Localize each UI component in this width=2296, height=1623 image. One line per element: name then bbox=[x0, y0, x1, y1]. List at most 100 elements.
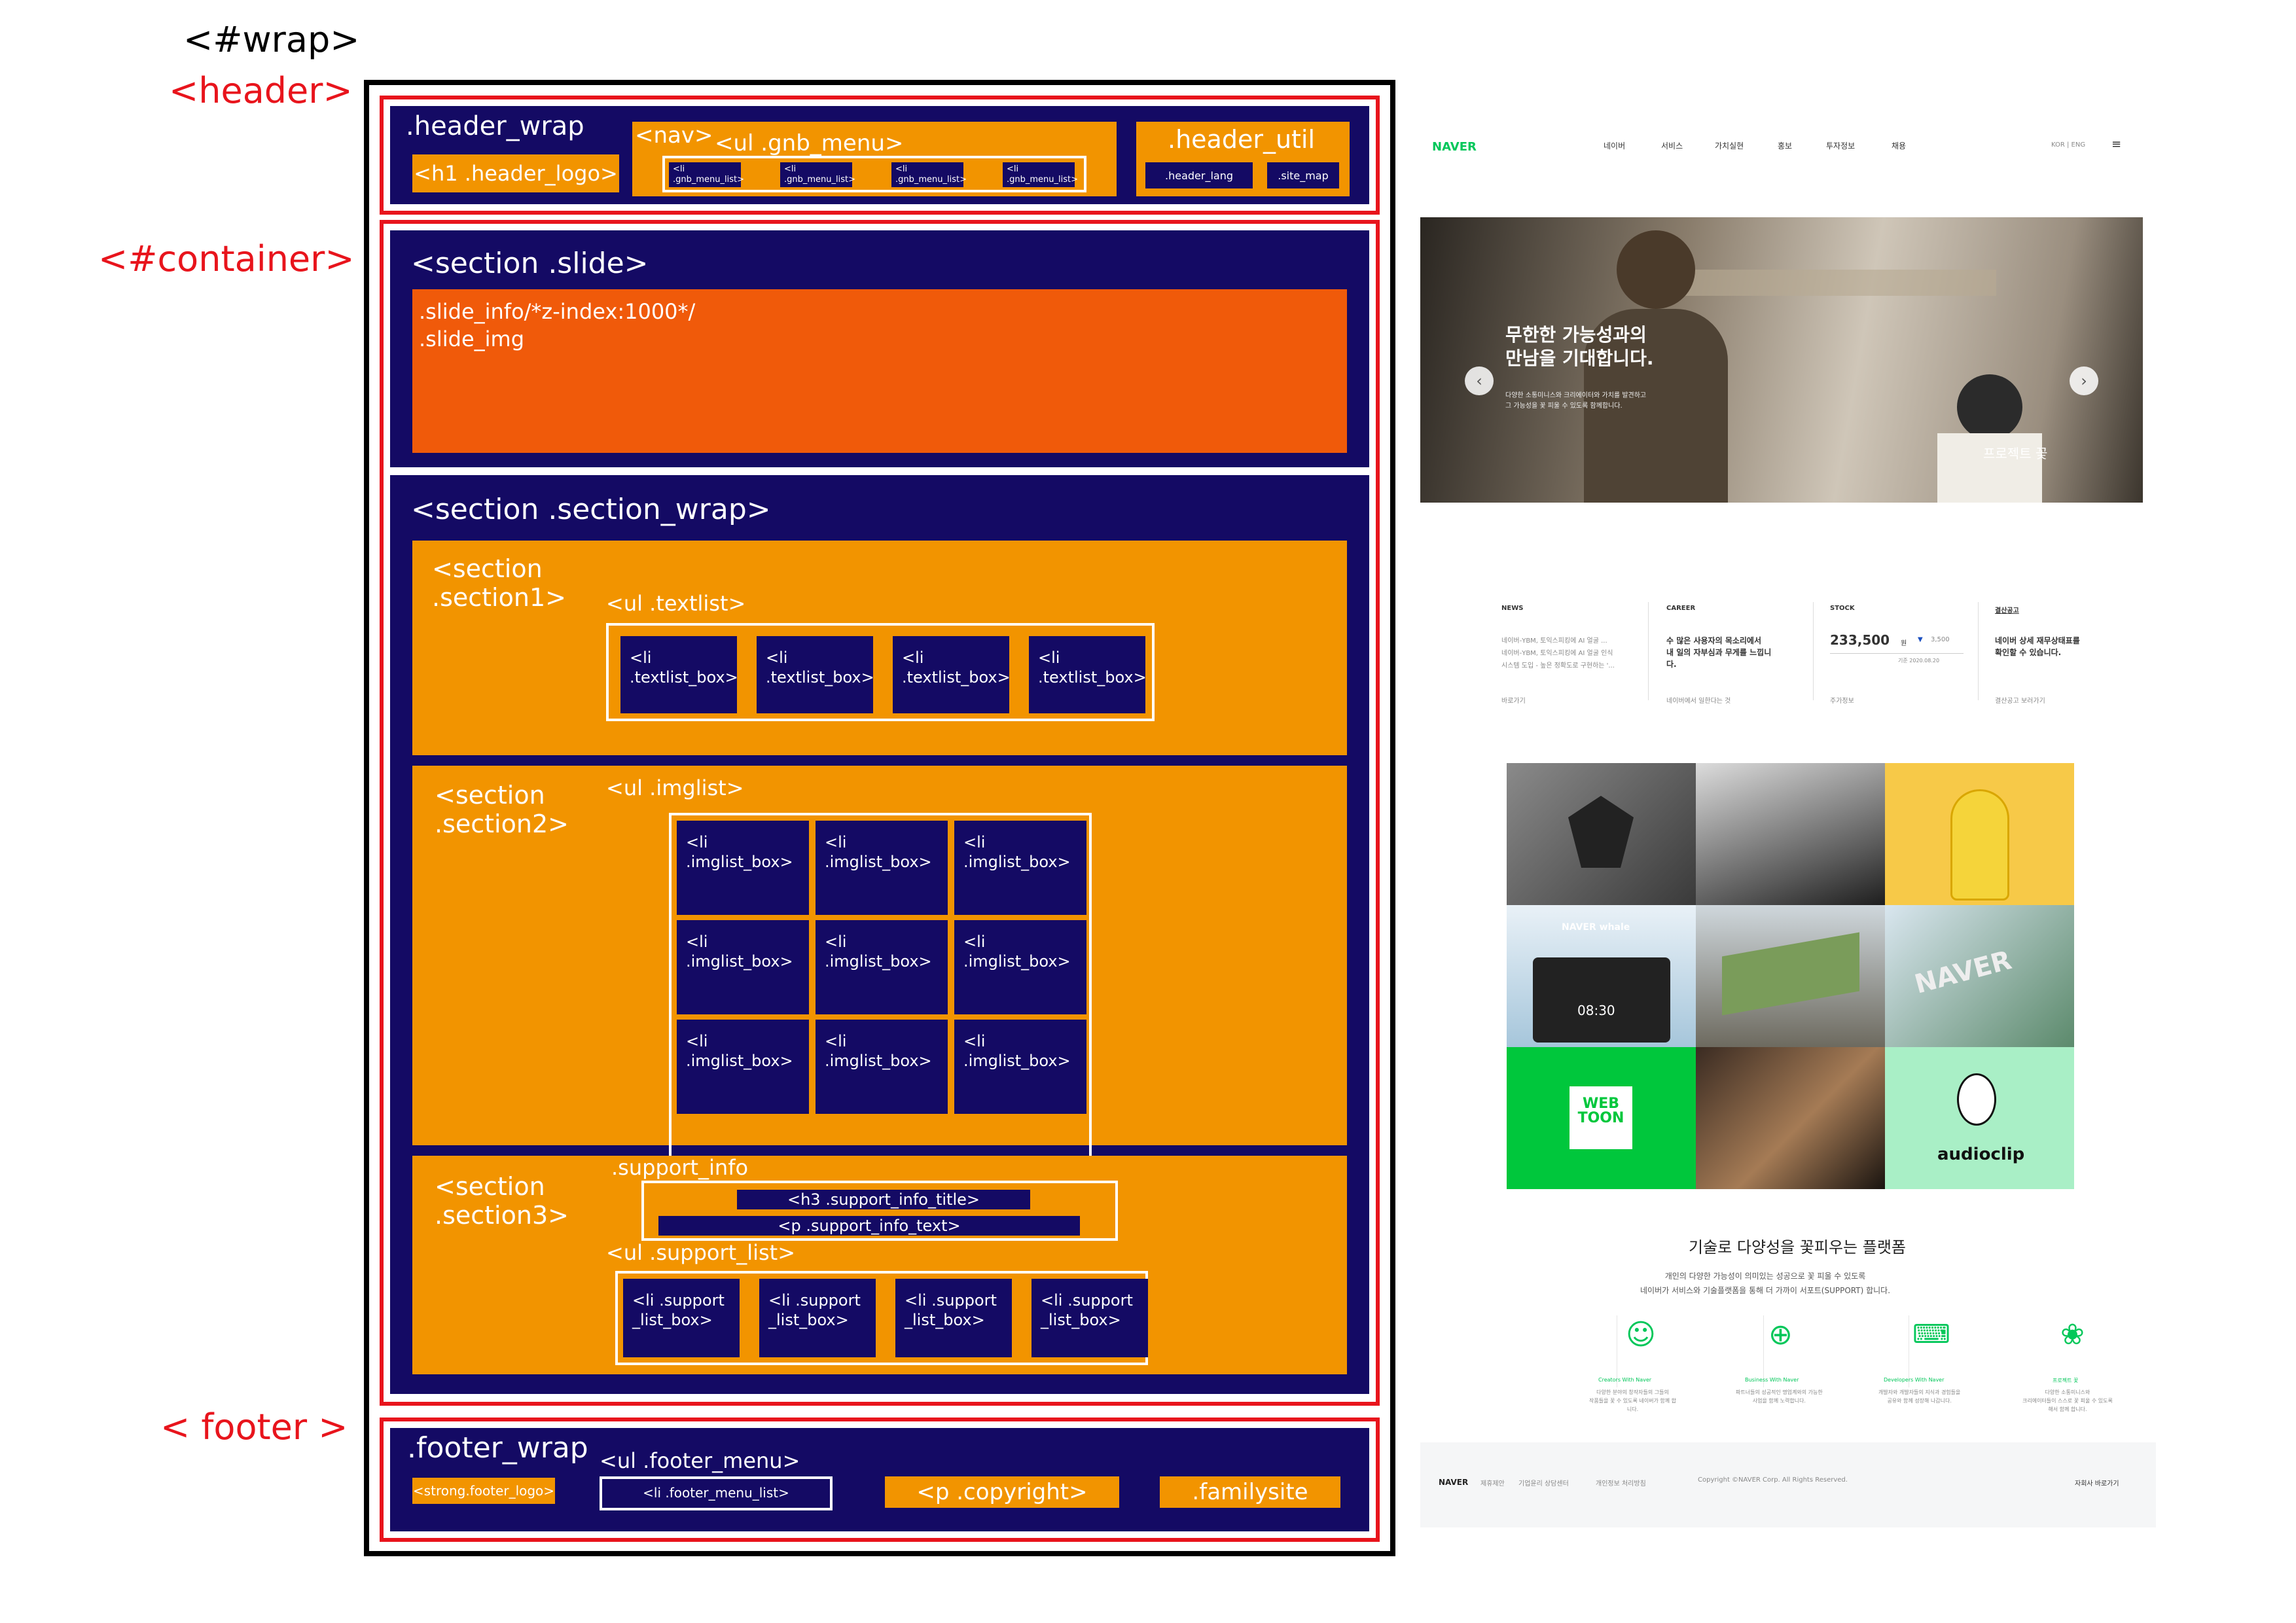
child-body bbox=[1937, 433, 2042, 503]
site-map-box[interactable]: .site_map bbox=[1267, 162, 1339, 188]
section3: <section .section3> .support_info <h3 .s… bbox=[412, 1156, 1347, 1374]
mockup-footer-link[interactable]: 개인정보 처리방침 bbox=[1596, 1478, 1646, 1488]
footer-logo-box: <strong.footer_logo> bbox=[412, 1478, 555, 1504]
next-arrow-icon[interactable]: › bbox=[2070, 366, 2098, 395]
mockup-nav-item[interactable]: 네이버 bbox=[1604, 140, 1625, 151]
minion-tile[interactable] bbox=[1885, 763, 2074, 905]
stock-rule bbox=[1830, 653, 1964, 654]
divider bbox=[1978, 602, 1979, 700]
stock-date: 기준 2020.08.20 bbox=[1898, 658, 1940, 664]
career-label: CAREER bbox=[1666, 605, 1696, 612]
footer-menu-item[interactable]: <li .footer_menu_list> bbox=[607, 1483, 825, 1503]
mockup-nav-item[interactable]: 홍보 bbox=[1778, 140, 1792, 151]
mockup-nav-item[interactable]: 가치실현 bbox=[1715, 140, 1744, 151]
footer-menu-label: <ul .footer_menu> bbox=[600, 1448, 800, 1473]
support-list-box[interactable]: <li .support _list_box> bbox=[1031, 1279, 1148, 1357]
header-lang-box[interactable]: .header_lang bbox=[1145, 162, 1253, 188]
divider bbox=[1813, 602, 1814, 700]
support-title: 기술로 다양성을 꽃피우는 플랫폼 bbox=[1689, 1238, 1907, 1257]
imglist-box[interactable]: <li .imglist_box> bbox=[677, 1020, 809, 1114]
imglist-box[interactable]: <li .imglist_box> bbox=[677, 920, 809, 1014]
stock-delta: 3,500 bbox=[1931, 636, 1950, 643]
familysite-box[interactable]: .familysite bbox=[1160, 1476, 1340, 1508]
career-link[interactable]: 네이버에서 일한다는 것 bbox=[1666, 695, 1731, 705]
textlist-box[interactable]: <li .textlist_box> bbox=[757, 636, 874, 713]
mockup-logo[interactable]: NAVER bbox=[1432, 140, 1477, 154]
section2-label: <section .section2> bbox=[435, 781, 569, 838]
header-logo-box: <h1 .header_logo> bbox=[412, 154, 619, 192]
gnb-menu-item[interactable]: <li .gnb_menu_list> bbox=[669, 162, 744, 187]
footer-wrap: .footer_wrap <strong.footer_logo> <ul .f… bbox=[390, 1428, 1369, 1531]
prev-arrow-icon[interactable]: ‹ bbox=[1465, 366, 1494, 395]
header-label: <header> bbox=[169, 70, 353, 111]
support-info-title: <h3 .support_info_title> bbox=[737, 1190, 1030, 1209]
news-text[interactable]: 네이버-YBM, 토익스피킹에 AI 얼굴 ... 네이버-YBM, 토익스피킹… bbox=[1501, 635, 1615, 672]
mockup-nav-item[interactable]: 투자정보 bbox=[1826, 140, 1855, 151]
building-tile[interactable] bbox=[1696, 905, 1885, 1047]
notice-text[interactable]: 네이버 상세 재무상태표를 확인할 수 있습니다. bbox=[1995, 635, 2080, 658]
copyright-box: <p .copyright> bbox=[885, 1476, 1119, 1508]
whale-tile[interactable]: NAVER whale 08:30 bbox=[1507, 905, 1696, 1047]
imglist-box[interactable]: <li .imglist_box> bbox=[816, 920, 948, 1014]
textlist-box[interactable]: <li .textlist_box> bbox=[893, 636, 1011, 713]
mockup-nav-item[interactable]: 채용 bbox=[1892, 140, 1906, 151]
gnb-menu-item[interactable]: <li .gnb_menu_list> bbox=[891, 162, 967, 187]
support-text: 개인의 다양한 가능성이 의미있는 성공으로 꽃 피울 수 있도록 네이버가 서… bbox=[1640, 1272, 1891, 1295]
hero-title: 무한한 가능성과의 만남을 기대합니다. bbox=[1505, 324, 1654, 370]
child-head bbox=[1957, 374, 2022, 440]
textlist-box[interactable]: <li .textlist_box> bbox=[620, 636, 738, 713]
person-head bbox=[1617, 230, 1695, 309]
support-item-desc: 개발자와 개발자들의 지식과 경험들을 공유와 함께 성장해 나갑니다. bbox=[1878, 1389, 1961, 1404]
robot-icon bbox=[1568, 796, 1634, 868]
developers-icon: ⌨ bbox=[1912, 1319, 1950, 1349]
support-list-box[interactable]: <li .support _list_box> bbox=[759, 1279, 876, 1357]
slide-info: .slide_info/*z-index:1000*/ .slide_img bbox=[412, 289, 1347, 453]
support-item-desc: 파트너들의 성공적인 명업계와의 가능한 사업을 함께 노력합니다. bbox=[1736, 1389, 1823, 1404]
section1-label: <section .section1> bbox=[432, 554, 566, 612]
imglist-box[interactable]: <li .imglist_box> bbox=[677, 821, 809, 915]
car-tile[interactable] bbox=[1696, 763, 1885, 905]
mockup-nav-item[interactable]: 서비스 bbox=[1661, 140, 1683, 151]
support-item-label: Business With Naver bbox=[1745, 1377, 1799, 1383]
news-link[interactable]: 바로가기 bbox=[1501, 695, 1526, 705]
shelf-shape bbox=[1682, 270, 1996, 296]
support-list-box[interactable]: <li .support _list_box> bbox=[623, 1279, 740, 1357]
nav-box: <nav> <ul .gnb_menu> <li .gnb_menu_list>… bbox=[632, 122, 1117, 196]
imglist-box[interactable]: <li .imglist_box> bbox=[816, 1020, 948, 1114]
mockup-familysite[interactable]: 자회사 바로가기 bbox=[2075, 1478, 2119, 1488]
support-info-text: <p .support_info_text> bbox=[658, 1216, 1080, 1236]
webtoon-logo: WEB TOON bbox=[1570, 1086, 1632, 1149]
mockup-footer-logo[interactable]: NAVER bbox=[1439, 1478, 1468, 1487]
header-wrap: .header_wrap <h1 .header_logo> <nav> <ul… bbox=[390, 106, 1369, 204]
slide-section: <section .slide> .slide_info/*z-index:10… bbox=[390, 230, 1369, 467]
robot-tile[interactable] bbox=[1507, 763, 1696, 905]
footer-wrap-label: .footer_wrap bbox=[407, 1431, 588, 1465]
gnb-menu-item[interactable]: <li .gnb_menu_list> bbox=[780, 162, 855, 187]
hero-caption: 프로젝트 꽃 bbox=[1983, 446, 2048, 461]
stock-link[interactable]: 주가정보 bbox=[1830, 695, 1854, 705]
career-text[interactable]: 수 많은 사용자의 목소리에서 내 일의 자부심과 무게를 느낍니 다. bbox=[1666, 635, 1771, 670]
webtoon-tile[interactable]: WEB TOON bbox=[1507, 1047, 1696, 1189]
imglist-box[interactable]: <li .imglist_box> bbox=[954, 821, 1086, 915]
support-list-box[interactable]: <li .support _list_box> bbox=[895, 1279, 1012, 1357]
imglist-box[interactable]: <li .imglist_box> bbox=[954, 1020, 1086, 1114]
mockup-footer-link[interactable]: 기업윤리 상담센터 bbox=[1518, 1478, 1569, 1488]
notice-link[interactable]: 결산공고 보러가기 bbox=[1995, 695, 2045, 705]
audioclip-tile[interactable]: audioclip bbox=[1885, 1047, 2074, 1189]
naver-hq-tile[interactable]: NAVER bbox=[1885, 905, 2074, 1047]
footer-label: < footer > bbox=[160, 1406, 348, 1448]
craft-tile[interactable] bbox=[1696, 1047, 1885, 1189]
wrap-label: <#wrap> bbox=[183, 19, 360, 60]
textlist-box[interactable]: <li .textlist_box> bbox=[1029, 636, 1147, 713]
imglist-box[interactable]: <li .imglist_box> bbox=[816, 821, 948, 915]
section-wrap-label: <section .section_wrap> bbox=[411, 493, 771, 526]
mockup-footer-link[interactable]: 제휴제안 bbox=[1480, 1478, 1505, 1488]
slide-section-label: <section .slide> bbox=[411, 247, 649, 280]
imglist-box[interactable]: <li .imglist_box> bbox=[954, 920, 1086, 1014]
support-item-label: 프로젝트 꽃 bbox=[2053, 1378, 2079, 1383]
hamburger-icon[interactable]: ≡ bbox=[2111, 137, 2121, 151]
mockup-footer: NAVER 제휴제안 기업윤리 상담센터 개인정보 처리방침 Copyright… bbox=[1420, 1442, 2156, 1527]
gnb-menu-item[interactable]: <li .gnb_menu_list> bbox=[1003, 162, 1078, 187]
hero-text: 다양한 소통미니스와 크리에이터와 가치를 발견하고 그 가능성을 꽃 피울 수… bbox=[1505, 392, 1647, 410]
mockup-lang[interactable]: KOR | ENG bbox=[2051, 141, 2085, 149]
